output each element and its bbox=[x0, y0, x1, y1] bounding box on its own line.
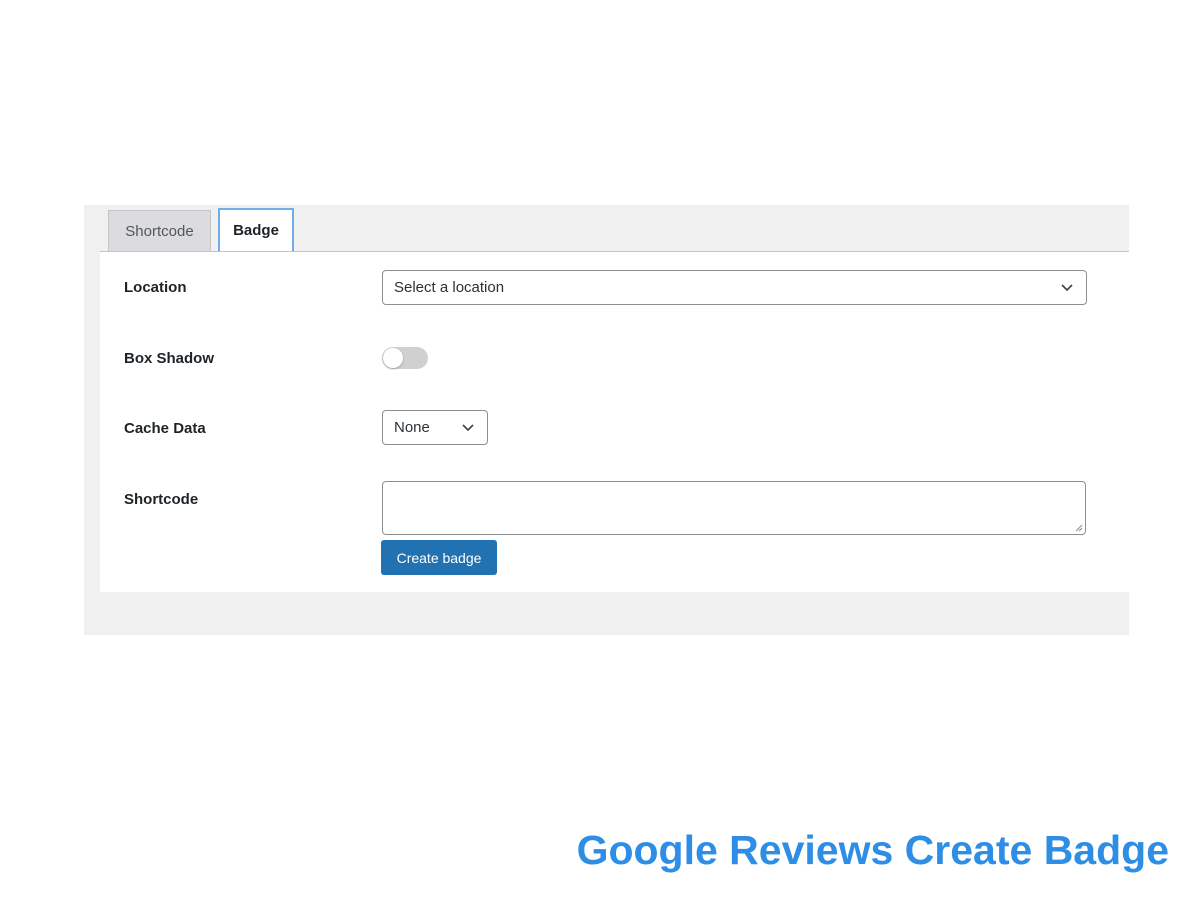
page-caption: Google Reviews Create Badge bbox=[576, 827, 1169, 873]
tab-badge[interactable]: Badge bbox=[218, 208, 294, 253]
create-badge-button[interactable]: Create badge bbox=[381, 540, 497, 575]
location-select[interactable]: Select a location bbox=[382, 270, 1087, 305]
shortcode-label: Shortcode bbox=[124, 491, 199, 508]
cache-data-select-value: None bbox=[394, 419, 430, 436]
badge-form: Location Select a location Box Shadow Ca… bbox=[100, 252, 1129, 592]
box-shadow-toggle[interactable] bbox=[382, 347, 428, 369]
box-shadow-label: Box Shadow bbox=[124, 350, 215, 367]
cache-data-select[interactable]: None bbox=[382, 410, 488, 445]
cache-data-label: Cache Data bbox=[124, 420, 206, 437]
settings-panel: Shortcode Badge Location Select a locati… bbox=[84, 205, 1129, 635]
tab-shortcode[interactable]: Shortcode bbox=[108, 210, 211, 252]
toggle-knob bbox=[383, 348, 403, 368]
shortcode-textarea[interactable] bbox=[382, 481, 1086, 535]
tab-shortcode-label: Shortcode bbox=[125, 222, 194, 240]
tab-bar: Shortcode Badge bbox=[108, 208, 301, 253]
tab-badge-label: Badge bbox=[233, 222, 279, 239]
chevron-down-icon bbox=[462, 424, 474, 432]
chevron-down-icon bbox=[1061, 284, 1073, 292]
location-select-value: Select a location bbox=[394, 279, 505, 296]
location-label: Location bbox=[124, 279, 187, 296]
resize-handle-icon[interactable] bbox=[1073, 522, 1083, 532]
